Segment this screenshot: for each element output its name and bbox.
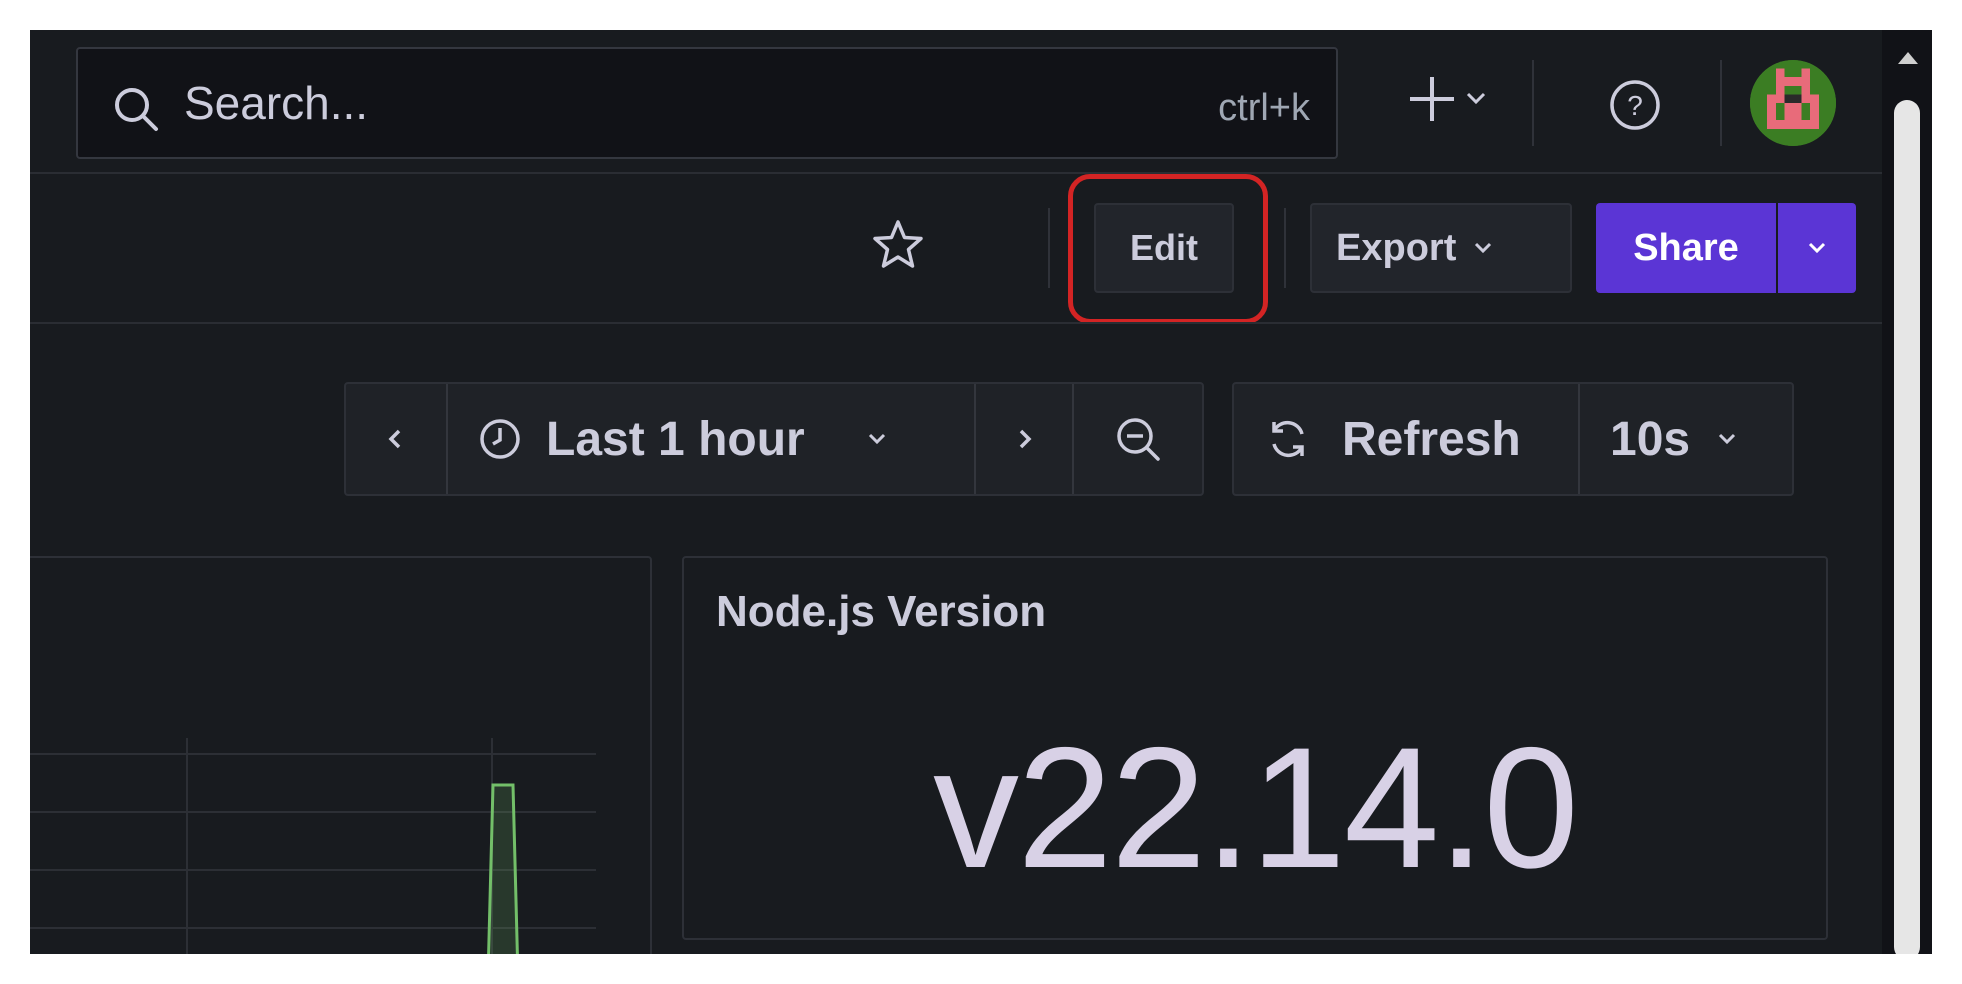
stat-value: v22.14.0 [933,712,1579,904]
topbar-separator [1720,60,1722,146]
chevron-down-icon [1808,242,1826,254]
refresh-interval-picker[interactable]: 10s [1580,384,1792,494]
stat-panel[interactable]: Node.js Version v22.14.0 [682,556,1828,940]
grafana-dashboard-window: Search... ctrl+k ? Edit Export Share Las… [30,30,1932,954]
chevron-down-icon [1719,433,1736,445]
search-shortcut-hint: ctrl+k [1218,87,1310,129]
refresh-button[interactable]: Refresh [1234,384,1578,494]
svg-text:?: ? [1627,90,1643,121]
time-range-controls: Last 1 hour [344,382,1204,496]
plus-icon [1410,77,1486,121]
time-range-forward-button[interactable] [976,384,1072,494]
search-placeholder: Search... [184,77,369,129]
clock-icon [480,419,520,459]
refresh-controls: Refresh 10s [1232,382,1794,496]
chevron-down-icon [1466,92,1486,105]
zoom-out-icon [1117,418,1160,461]
refresh-icon [1272,420,1304,458]
user-avatar[interactable] [1750,60,1836,146]
refresh-label: Refresh [1342,412,1521,466]
share-options-button[interactable] [1778,203,1856,293]
help-circle-icon: ? [1610,80,1660,130]
chevron-down-icon [868,433,885,445]
topbar-divider [30,172,1882,174]
scrollbar-thumb[interactable] [1894,100,1920,954]
export-label: Export [1336,226,1457,269]
timeseries-panel[interactable] [30,556,652,954]
chevron-right-icon [1019,429,1032,449]
chevron-down-icon [1475,242,1492,254]
timeseries-graph [30,738,596,954]
toolbar-separator [1284,208,1286,288]
toolbar-divider [30,322,1882,324]
chevron-left-icon [388,429,401,449]
zoom-out-button[interactable] [1074,384,1202,494]
star-dashboard-button[interactable] [868,216,928,276]
new-dropdown-button[interactable] [1380,66,1502,132]
help-button[interactable]: ? [1608,78,1662,132]
scroll-up-arrow-icon[interactable] [1896,50,1920,66]
toolbar-separator [1048,208,1050,288]
edit-button[interactable]: Edit [1094,203,1234,293]
share-button[interactable]: Share [1596,203,1776,293]
time-range-back-button[interactable] [346,384,446,494]
time-range-picker[interactable]: Last 1 hour [448,384,974,494]
star-icon [873,220,923,268]
panel-title: Node.js Version [716,587,1047,636]
topbar-separator [1532,60,1534,146]
export-button[interactable]: Export [1310,203,1572,293]
identicon-icon [1750,60,1836,146]
time-range-label: Last 1 hour [546,412,805,466]
search-input[interactable]: Search... ctrl+k [76,47,1338,159]
search-icon [115,88,158,131]
refresh-interval-label: 10s [1610,412,1691,466]
